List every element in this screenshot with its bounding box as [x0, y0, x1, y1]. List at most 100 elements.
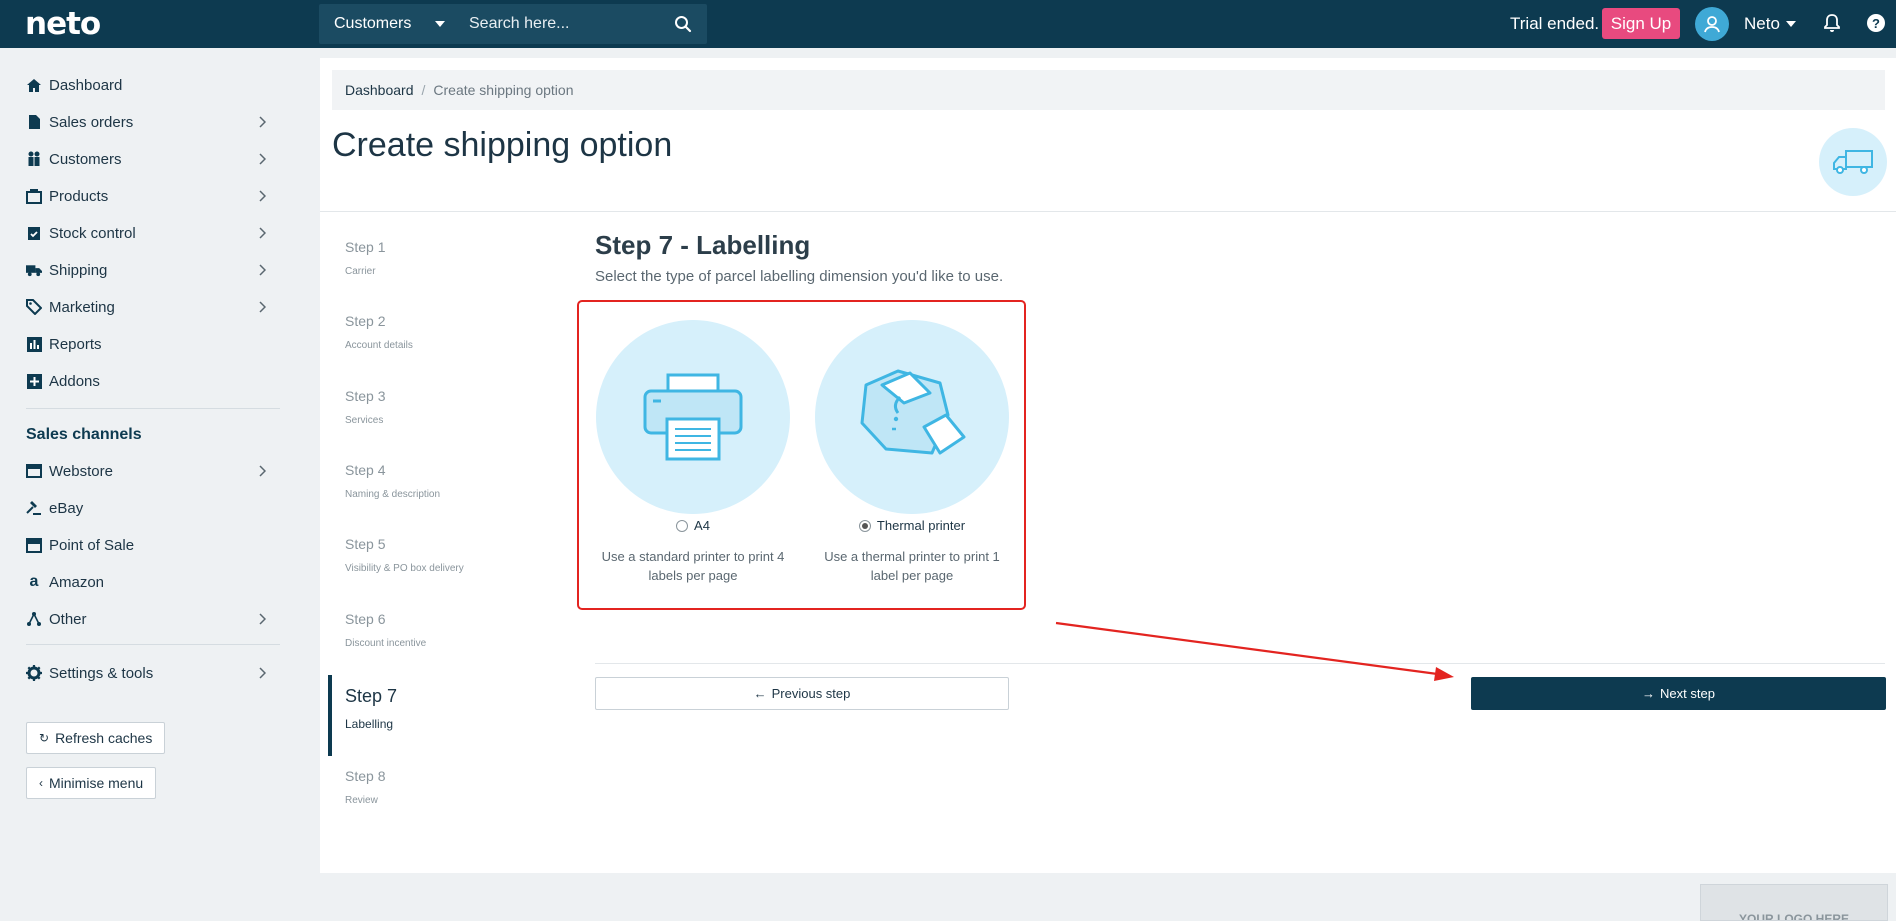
chevron-right-icon [259, 227, 266, 239]
step-7[interactable]: Step 7 Labelling [345, 686, 397, 731]
sidebar-item-amazon[interactable]: a Amazon [26, 569, 266, 595]
step-2[interactable]: Step 2 Account details [345, 313, 413, 351]
sidebar-item-label: Amazon [49, 573, 105, 591]
store-icon [26, 537, 42, 553]
logo-placeholder: YOUR LOGO HERE [1700, 884, 1888, 921]
step-8[interactable]: Step 8 Review [345, 768, 385, 806]
global-search: Customers [319, 4, 707, 44]
sidebar-item-label: Reports [49, 335, 102, 353]
search-scope-dropdown[interactable]: Customers [319, 15, 457, 33]
sidebar-item-settings[interactable]: Settings & tools [26, 660, 266, 686]
option-thermal-printer[interactable]: Thermal printer Use a thermal printer to… [814, 320, 1010, 585]
sidebar-item-stock-control[interactable]: Stock control [26, 220, 266, 246]
sidebar-item-other[interactable]: Other [26, 606, 266, 632]
people-icon [26, 151, 42, 167]
step-subtitle: Select the type of parcel labelling dime… [595, 268, 1004, 285]
option-a4[interactable]: A4 Use a standard printer to print 4 lab… [595, 320, 791, 585]
a4-radio[interactable] [676, 519, 689, 532]
step-label: Visibility & PO box delivery [345, 563, 464, 574]
thermal-printer-illustration[interactable] [815, 320, 1009, 514]
clipboard-check-icon [26, 225, 42, 241]
search-scope-label: Customers [334, 15, 412, 32]
sidebar-item-customers[interactable]: Customers [26, 146, 266, 172]
sidebar-item-shipping[interactable]: Shipping [26, 257, 266, 283]
chevron-right-icon [259, 667, 266, 679]
annotation-arrow [1055, 621, 1454, 681]
chevron-right-icon [259, 153, 266, 165]
sidebar-item-dashboard[interactable]: Dashboard [26, 72, 266, 98]
sidebar-item-label: Webstore [49, 462, 113, 480]
thermal-radio-row[interactable]: Thermal printer [814, 518, 1010, 533]
step-label: Discount incentive [345, 638, 427, 649]
arrow-right-icon: → [1642, 686, 1656, 701]
truck-icon [1833, 150, 1873, 174]
header-divider [320, 211, 1896, 212]
sidebar-item-webstore[interactable]: Webstore [26, 458, 266, 484]
previous-step-button[interactable]: ← Previous step [595, 677, 1009, 710]
next-step-button[interactable]: → Next step [1471, 677, 1886, 710]
thermal-printer-radio[interactable] [858, 519, 871, 532]
search-input[interactable] [457, 15, 657, 33]
sidebar-divider [26, 408, 280, 409]
sidebar-item-marketing[interactable]: Marketing [26, 294, 266, 320]
active-step-indicator [328, 675, 332, 756]
sidebar-item-products[interactable]: Products [26, 183, 266, 209]
gavel-icon [26, 500, 42, 516]
step-label: Carrier [345, 266, 376, 277]
chevron-right-icon [259, 613, 266, 625]
thermal-printer-icon [860, 369, 966, 455]
user-menu[interactable]: Neto [1744, 14, 1796, 34]
a4-description: Use a standard printer to print 4 labels… [601, 549, 785, 583]
sign-up-button[interactable]: Sign Up [1602, 8, 1680, 39]
minimise-menu-label: Minimise menu [49, 775, 144, 791]
thermal-printer-label: Thermal printer [876, 518, 966, 533]
sidebar: Dashboard Sales orders Customers Product… [0, 48, 300, 921]
step-number: Step 1 [345, 239, 386, 255]
a4-printer-illustration[interactable] [596, 320, 790, 514]
step-4[interactable]: Step 4 Naming & description [345, 462, 440, 500]
a4-radio-row[interactable]: A4 [595, 518, 791, 533]
sidebar-item-sales-orders[interactable]: Sales orders [26, 109, 266, 135]
main-panel: Dashboard / Create shipping option Creat… [320, 58, 1896, 873]
document-icon [26, 114, 42, 130]
step-3[interactable]: Step 3 Services [345, 388, 385, 426]
sidebar-item-reports[interactable]: Reports [26, 331, 266, 357]
step-label: Services [345, 415, 384, 426]
breadcrumb: Dashboard / Create shipping option [332, 70, 1885, 110]
breadcrumb-dashboard-link[interactable]: Dashboard [345, 82, 414, 98]
step-5[interactable]: Step 5 Visibility & PO box delivery [345, 536, 464, 574]
step-1[interactable]: Step 1 Carrier [345, 239, 385, 277]
sidebar-item-label: Sales orders [49, 113, 134, 131]
bar-chart-icon [26, 336, 42, 352]
sidebar-item-point-of-sale[interactable]: Point of Sale [26, 532, 266, 558]
help-icon[interactable]: ? [1867, 14, 1885, 32]
step-6[interactable]: Step 6 Discount incentive [345, 611, 426, 649]
step-number: Step 2 [345, 313, 386, 329]
previous-step-label: Previous step [771, 686, 851, 701]
gear-icon [26, 665, 42, 681]
sidebar-item-label: Products [49, 187, 109, 205]
sidebar-item-label: Stock control [49, 224, 136, 242]
page-title: Create shipping option [332, 126, 673, 164]
neto-logo[interactable]: neto [25, 6, 101, 42]
minimise-menu-button[interactable]: ‹ Minimise menu [26, 767, 157, 799]
avatar[interactable] [1695, 7, 1729, 41]
thermal-printer-description: Use a thermal printer to print 1 label p… [824, 549, 1000, 583]
bell-icon[interactable] [1823, 13, 1841, 33]
sidebar-item-label: Customers [49, 150, 122, 168]
search-icon[interactable] [674, 15, 692, 33]
sales-channels-heading: Sales channels [26, 426, 142, 443]
sidebar-item-addons[interactable]: Addons [26, 368, 266, 394]
step-number: Step 7 [345, 686, 398, 706]
step-label: Account details [345, 340, 413, 351]
chevron-right-icon [259, 190, 266, 202]
step-label: Review [345, 795, 378, 806]
browser-icon [26, 463, 42, 479]
shipping-badge [1819, 128, 1887, 196]
sidebar-item-ebay[interactable]: eBay [26, 495, 266, 521]
arrow-left-icon: ← [753, 686, 767, 701]
home-icon [26, 77, 42, 93]
sidebar-item-label: Marketing [49, 298, 115, 316]
tag-icon [26, 299, 42, 315]
refresh-caches-button[interactable]: ↻ Refresh caches [26, 722, 166, 754]
